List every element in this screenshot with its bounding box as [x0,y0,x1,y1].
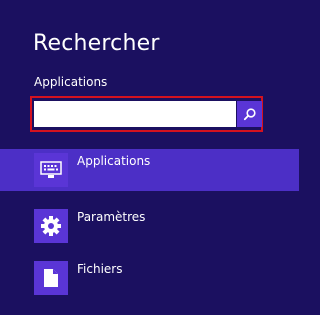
result-item-fichiers[interactable]: Fichiers [0,257,299,299]
search-scope-label: Applications [34,75,108,89]
search-input[interactable] [34,101,236,127]
keyboard-icon [34,153,68,187]
search-icon [243,108,256,121]
result-item-label: Fichiers [77,262,123,276]
result-item-label: Paramètres [77,210,146,224]
document-icon [34,261,68,295]
result-item-label: Applications [77,154,151,168]
search-button[interactable] [237,101,262,127]
result-item-parametres[interactable]: Paramètres [0,205,299,247]
gear-icon [34,209,68,243]
result-item-applications[interactable]: Applications [0,149,299,191]
page-title: Rechercher [33,31,160,56]
